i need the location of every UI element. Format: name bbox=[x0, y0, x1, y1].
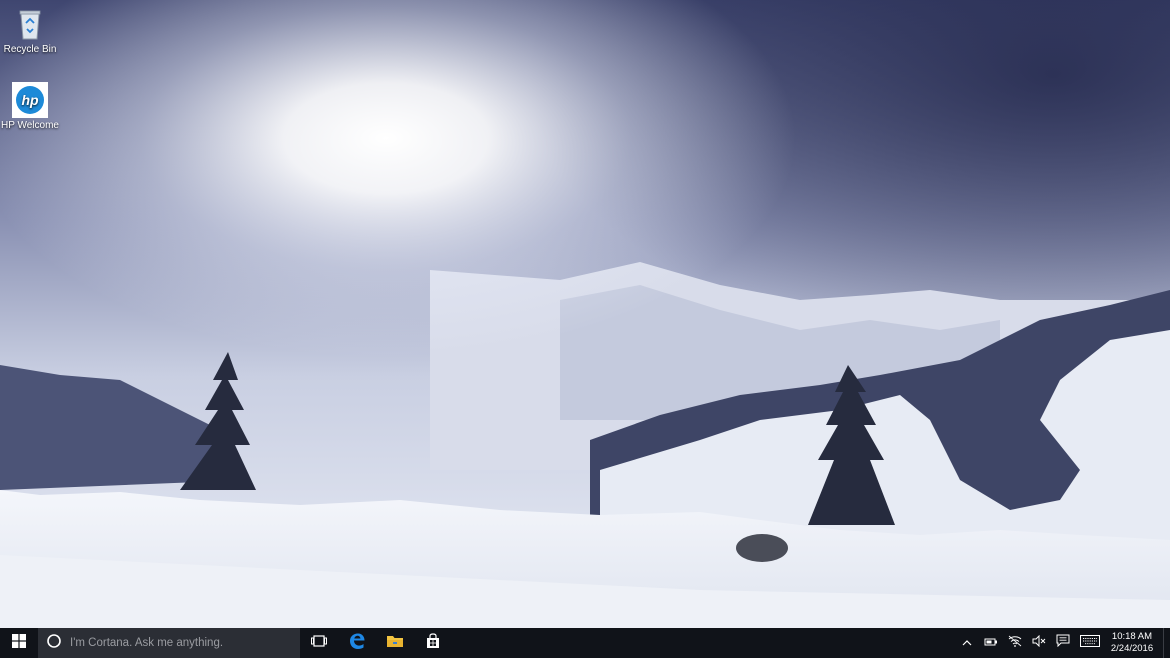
clock-date: 2/24/2016 bbox=[1110, 643, 1154, 654]
store-icon bbox=[425, 632, 441, 654]
network-button[interactable] bbox=[1003, 628, 1027, 658]
desktop: Recycle Bin hp HP Welcome I'm Cortana. A… bbox=[0, 0, 1170, 658]
show-hidden-icons-button[interactable] bbox=[955, 628, 979, 658]
show-desktop-button[interactable] bbox=[1163, 628, 1170, 658]
action-center-icon bbox=[1056, 634, 1070, 652]
desktop-icon-hp-welcome[interactable]: hp HP Welcome bbox=[0, 82, 60, 131]
folder-icon bbox=[386, 633, 404, 654]
volume-muted-icon bbox=[1032, 634, 1046, 652]
hp-welcome-label: HP Welcome bbox=[1, 120, 59, 131]
hp-logo-icon: hp bbox=[12, 82, 48, 118]
chevron-up-icon bbox=[962, 634, 972, 652]
edge-icon bbox=[348, 632, 366, 655]
edge-button[interactable] bbox=[338, 628, 376, 658]
clock-time: 10:18 AM bbox=[1111, 631, 1153, 642]
task-view-button[interactable] bbox=[300, 628, 338, 658]
cortana-search-box[interactable]: I'm Cortana. Ask me anything. bbox=[38, 628, 300, 658]
search-placeholder: I'm Cortana. Ask me anything. bbox=[70, 637, 224, 649]
desktop-icon-recycle-bin[interactable]: Recycle Bin bbox=[0, 6, 60, 55]
file-explorer-button[interactable] bbox=[376, 628, 414, 658]
battery-icon bbox=[984, 634, 998, 652]
action-center-button[interactable] bbox=[1051, 628, 1075, 658]
keyboard-icon bbox=[1080, 634, 1100, 652]
start-button[interactable] bbox=[0, 628, 38, 658]
windows-logo-icon bbox=[12, 633, 26, 653]
battery-button[interactable] bbox=[979, 628, 1003, 658]
recycle-bin-icon bbox=[12, 6, 48, 42]
system-tray: 10:18 AM 2/24/2016 bbox=[955, 628, 1170, 658]
touch-keyboard-button[interactable] bbox=[1075, 628, 1105, 658]
clock[interactable]: 10:18 AM 2/24/2016 bbox=[1105, 631, 1163, 655]
recycle-bin-label: Recycle Bin bbox=[3, 44, 57, 55]
task-view-icon bbox=[311, 634, 327, 653]
wallpaper bbox=[0, 0, 1170, 628]
taskbar: I'm Cortana. Ask me anything. 10:18 AM 2… bbox=[0, 628, 1170, 658]
svg-text:hp: hp bbox=[21, 92, 39, 108]
cortana-icon bbox=[46, 633, 62, 654]
store-button[interactable] bbox=[414, 628, 452, 658]
volume-button[interactable] bbox=[1027, 628, 1051, 658]
wifi-icon bbox=[1008, 634, 1022, 652]
